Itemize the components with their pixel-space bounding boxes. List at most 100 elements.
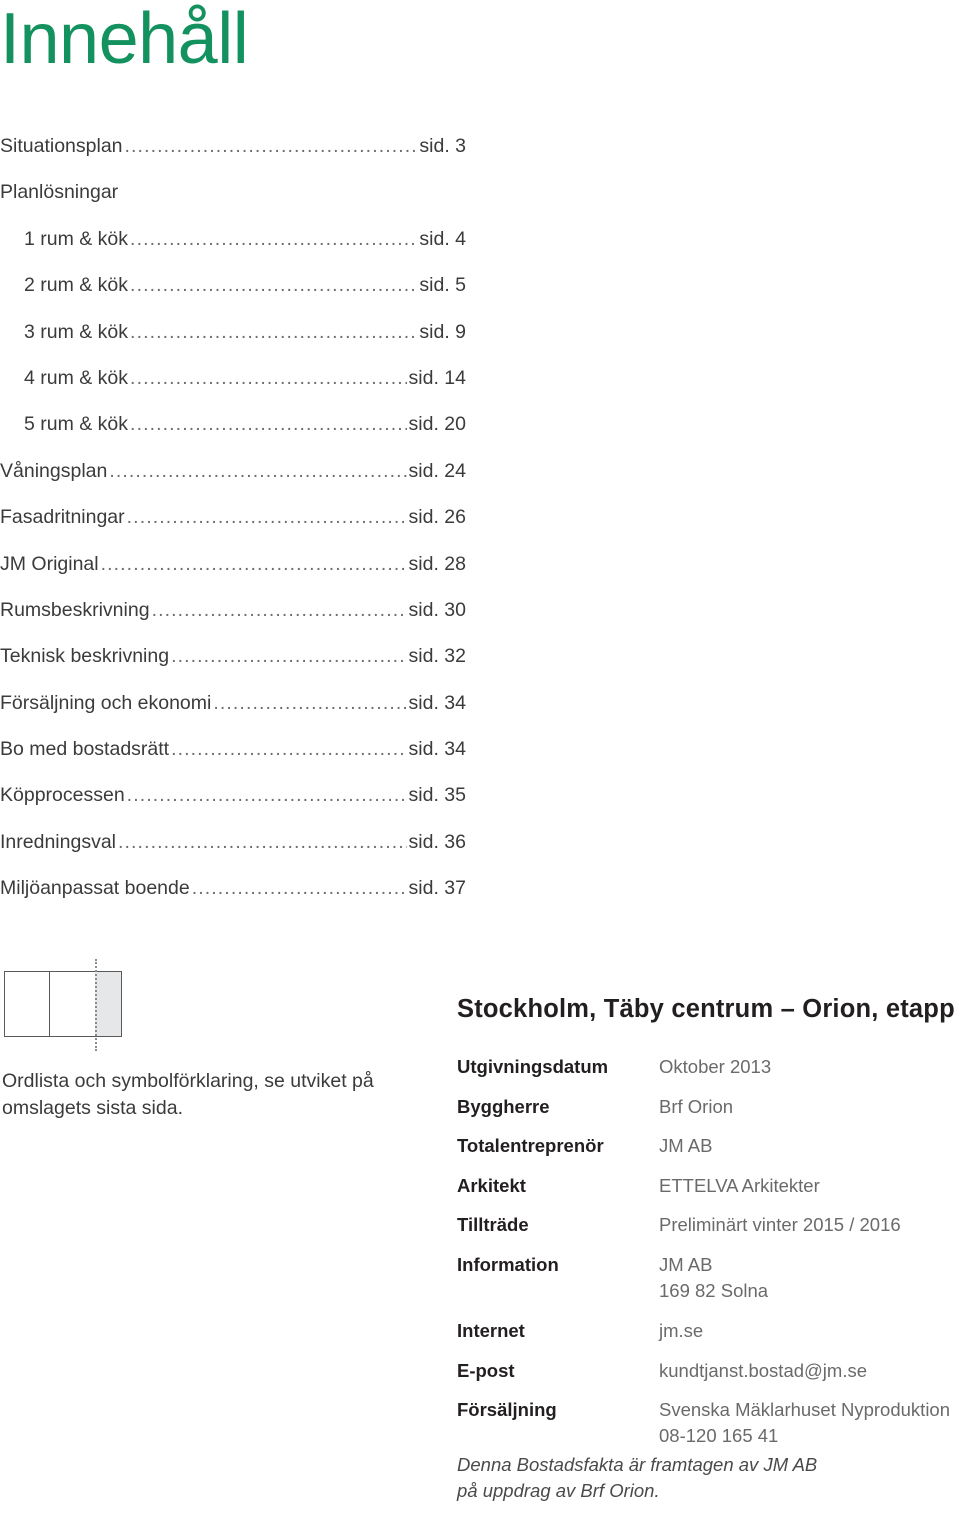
toc-entry-page: sid. 3 (419, 135, 466, 157)
toc-entry-label: Situationsplan (0, 135, 123, 157)
info-row-value: Svenska Mäklarhuset Nyproduktion 08-120 … (659, 1399, 951, 1447)
toc-entry[interactable]: 1 rum & kök sid. 4 (0, 226, 466, 272)
info-row-value: ETTELVA Arkitekter (659, 1174, 820, 1196)
info-row-label: Tillträde (457, 1214, 529, 1236)
project-info-table: Utgivningsdatum Oktober 2013 Byggherre Brf … (457, 1054, 957, 1463)
toc-entry-page: sid. 9 (419, 320, 466, 343)
info-row: Arkitekt ETTELVA Arkitekter (457, 1173, 957, 1213)
toc-entry-page: sid. 37 (408, 877, 466, 900)
toc-leader-dots (130, 226, 417, 252)
toc-entry-page: sid. 24 (408, 459, 466, 482)
info-row-value: Preliminärt vinter 2015 / 2016 (659, 1214, 901, 1236)
toc-leader-dots (152, 597, 407, 623)
info-row-label: Utgivningsdatum (457, 1056, 609, 1077)
info-row-label: Byggherre (457, 1095, 550, 1117)
info-row-value: JM AB (659, 1135, 713, 1157)
info-row-label: Försäljning (457, 1399, 557, 1421)
info-row: Information JM AB 169 82 Solna (457, 1252, 957, 1318)
toc-leader-dots (171, 643, 406, 669)
toc-entry[interactable]: 3 rum & kök sid. 9 (0, 319, 466, 365)
toc-entry-label: Inredningsval (0, 830, 116, 853)
toc-entry-label: 4 rum & kök (24, 366, 129, 389)
toc-leader-dots (130, 319, 417, 345)
toc-leader-dots (192, 875, 407, 901)
toc-entry-page: sid. 34 (408, 691, 466, 714)
info-row: Totalentreprenör JM AB (457, 1133, 957, 1173)
info-row-value: kundtjanst.bostad@jm.se (659, 1359, 867, 1381)
info-row-value: Brf Orion (659, 1095, 734, 1117)
toc-entry-page: sid. 32 (408, 645, 466, 668)
toc-entry[interactable]: Miljöanpassat boende sid. 37 (0, 875, 466, 921)
toc-entry-label: Försäljning och ekonomi (0, 691, 212, 714)
toc-entry-page: sid. 35 (408, 784, 466, 807)
info-row-label: Internet (457, 1319, 525, 1341)
info-row-label: E-post (457, 1359, 515, 1381)
toc-entry-label: 5 rum & kök (24, 413, 129, 436)
toc-entry[interactable]: Försäljning och ekonomi sid. 34 (0, 690, 466, 736)
toc-entry-page: sid. 28 (408, 552, 466, 575)
toc-entry[interactable]: 4 rum & kök sid. 14 (0, 365, 466, 411)
toc-entry[interactable]: Inredningsval sid. 36 (0, 829, 466, 875)
toc-entry-label: Miljöanpassat boende (0, 877, 190, 900)
toc-entry-page: sid. 14 (408, 366, 466, 389)
toc-leader-dots (130, 411, 407, 437)
toc-entry-page: sid. 4 (419, 227, 466, 250)
toc-entry-label: Våningsplan (0, 459, 108, 482)
toc-entry[interactable]: Teknisk beskrivning sid. 32 (0, 643, 466, 689)
folded-plan-symbol-icon (4, 959, 122, 1051)
footer-note: Denna Bostadsfakta är framtagen av JM AB… (457, 1454, 818, 1501)
info-row-label: Arkitekt (457, 1174, 526, 1196)
info-row-label: Information (457, 1253, 559, 1275)
info-row-value: jm.se (659, 1319, 704, 1341)
info-row: E-post kundtjanst.bostad@jm.se (457, 1358, 957, 1398)
toc-leader-dots (109, 458, 406, 484)
toc-leader-dots (125, 133, 418, 159)
symbol-shaded-area (95, 972, 121, 1036)
toc-entry-page: sid. 34 (408, 738, 466, 761)
toc-entry-page: sid. 20 (408, 413, 466, 436)
toc-entry[interactable]: Köpprocessen sid. 35 (0, 782, 466, 828)
info-row: Utgivningsdatum Oktober 2013 (457, 1054, 957, 1094)
toc-entry-label: Planlösningar (0, 181, 119, 204)
toc-leader-dots (213, 690, 406, 716)
toc-leader-dots (127, 504, 407, 530)
toc-entry-label: 2 rum & kök (24, 274, 129, 297)
toc-entry-label: 3 rum & kök (24, 320, 129, 343)
toc-entry[interactable]: Planlösningar (0, 179, 466, 225)
toc-entry-label: Köpprocessen (0, 784, 125, 807)
toc-leader-dots (171, 736, 406, 762)
project-title: Stockholm, Täby centrum – Orion, etapp 1 (457, 995, 960, 1023)
toc-entry-label: JM Original (0, 552, 99, 575)
toc-entry-label: Fasadritningar (0, 506, 125, 529)
toc-leader-dots (120, 179, 464, 205)
toc-entry[interactable]: 5 rum & kök sid. 20 (0, 411, 466, 457)
toc-entry-label: Rumsbeskrivning (0, 598, 150, 621)
toc-entry-label: Bo med bostadsrätt (0, 738, 170, 761)
info-row-label: Totalentreprenör (457, 1135, 604, 1157)
toc-entry[interactable]: Våningsplan sid. 24 (0, 458, 466, 504)
toc-leader-dots (130, 272, 417, 298)
toc-entry-label: 1 rum & kök (24, 227, 129, 250)
toc-entry[interactable]: Rumsbeskrivning sid. 30 (0, 597, 466, 643)
legend-caption: Ordlista och symbolförklaring, se utvike… (2, 1070, 374, 1119)
toc-entry[interactable]: Bo med bostadsrätt sid. 34 (0, 736, 466, 782)
page-title: Innehåll (0, 0, 249, 79)
toc-entry-page: sid. 30 (408, 598, 466, 621)
toc-leader-dots (130, 365, 407, 391)
toc-leader-dots (101, 551, 407, 577)
toc-leader-dots (118, 829, 407, 855)
toc-entry[interactable]: 2 rum & kök sid. 5 (0, 272, 466, 318)
info-row-value: Oktober 2013 (659, 1056, 772, 1077)
info-row-value: JM AB 169 82 Solna (659, 1253, 769, 1301)
symbol-dashed-fold-line (95, 959, 97, 1051)
toc-entry-label: Teknisk beskrivning (0, 645, 170, 668)
toc-entry-page: sid. 5 (419, 274, 466, 297)
info-row: Byggherre Brf Orion (457, 1094, 957, 1134)
toc-entry-page: sid. 36 (408, 830, 466, 853)
table-of-contents: Situationsplan sid. 3 Planlösningar 1 rum &… (0, 133, 466, 922)
toc-entry[interactable]: Fasadritningar sid. 26 (0, 504, 466, 550)
info-row: Internet jm.se (457, 1318, 957, 1358)
toc-entry[interactable]: JM Original sid. 28 (0, 551, 466, 597)
symbol-divider-line (49, 971, 51, 1037)
toc-entry[interactable]: Situationsplan sid. 3 (0, 133, 466, 179)
